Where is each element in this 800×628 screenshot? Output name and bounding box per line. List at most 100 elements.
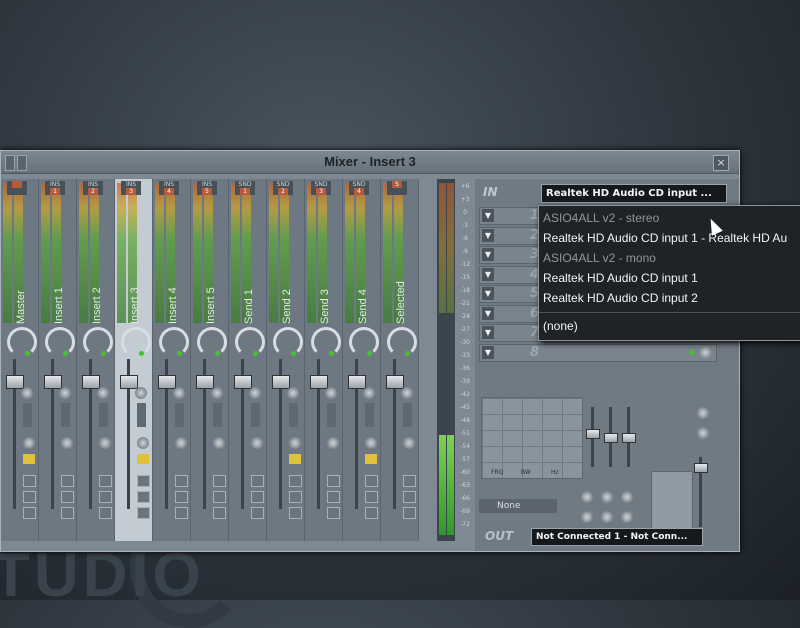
mute-square-button[interactable] (175, 475, 188, 487)
solo-square-button[interactable] (213, 491, 226, 503)
enable-led-icon[interactable] (215, 351, 220, 356)
track-number-tag[interactable]: SND 4 (349, 181, 369, 195)
route-stepper[interactable] (403, 403, 412, 427)
route-stepper[interactable] (327, 403, 336, 427)
track-number-tag[interactable]: INS 5 (197, 181, 217, 195)
link-knob[interactable] (23, 437, 35, 449)
solo-square-button[interactable] (365, 491, 378, 503)
enable-led-icon[interactable] (63, 351, 68, 356)
slot-menu-arrow-icon[interactable]: ▼ (482, 287, 494, 300)
enable-led-icon[interactable] (405, 351, 410, 356)
pan-knob[interactable] (197, 327, 227, 357)
route-stepper[interactable] (99, 403, 108, 427)
record-square-button[interactable] (365, 507, 378, 519)
route-arrow-button[interactable] (137, 454, 149, 464)
enable-led-icon[interactable] (139, 351, 144, 356)
route-stepper[interactable] (175, 403, 184, 427)
route-stepper[interactable] (365, 403, 374, 427)
mixer-strip[interactable]: Master (1, 179, 39, 541)
volume-fader[interactable] (310, 375, 328, 389)
input-select[interactable]: Realtek HD Audio CD input ... (541, 184, 727, 203)
slot-menu-arrow-icon[interactable]: ▼ (482, 267, 494, 281)
mute-square-button[interactable] (61, 475, 74, 487)
link-knob[interactable] (289, 437, 301, 449)
mute-square-button[interactable] (403, 475, 416, 487)
menu-item[interactable]: (none) (543, 316, 578, 336)
menu-item[interactable]: Realtek HD Audio CD input 1 (543, 268, 698, 288)
link-knob[interactable] (175, 437, 187, 449)
solo-square-button[interactable] (61, 491, 74, 503)
slot-menu-arrow-icon[interactable]: ▼ (482, 228, 494, 242)
link-knob[interactable] (327, 437, 339, 449)
link-knob[interactable] (61, 437, 73, 449)
slot-menu-arrow-icon[interactable]: ▼ (482, 209, 494, 222)
record-square-button[interactable] (99, 507, 112, 519)
solo-square-button[interactable] (289, 491, 302, 503)
volume-fader[interactable] (348, 375, 366, 389)
solo-square-button[interactable] (403, 491, 416, 503)
enable-led-icon[interactable] (177, 351, 182, 356)
link-knob[interactable] (251, 437, 263, 449)
mixer-strip[interactable]: INS 2 Insert 2 (77, 179, 115, 541)
pan-knob[interactable] (121, 327, 151, 357)
solo-square-button[interactable] (99, 491, 112, 503)
solo-square-button[interactable] (327, 491, 340, 503)
eq-knob[interactable] (581, 511, 593, 523)
solo-square-button[interactable] (137, 491, 150, 503)
record-square-button[interactable] (251, 507, 264, 519)
eq-band-fader[interactable] (586, 429, 600, 439)
close-button[interactable]: × (713, 155, 729, 171)
eq-knob[interactable] (601, 491, 613, 503)
stereo-knob[interactable] (401, 387, 413, 399)
enable-led-icon[interactable] (367, 351, 372, 356)
enable-led-icon[interactable] (101, 351, 106, 356)
eq-knob[interactable] (621, 511, 633, 523)
mute-square-button[interactable] (99, 475, 112, 487)
record-square-button[interactable] (61, 507, 74, 519)
record-square-button[interactable] (289, 507, 302, 519)
eq-band-fader[interactable] (604, 433, 618, 443)
eq-band-fader[interactable] (622, 433, 636, 443)
track-number-tag[interactable]: INS 4 (159, 181, 179, 195)
master-fader[interactable] (694, 463, 708, 473)
mute-square-button[interactable] (137, 475, 150, 487)
record-square-button[interactable] (403, 507, 416, 519)
fx-slot[interactable]: ▼ 8 (479, 343, 717, 362)
menu-item[interactable]: Realtek HD Audio CD input 2 (543, 288, 698, 308)
record-square-button[interactable] (213, 507, 226, 519)
pan-knob[interactable] (235, 327, 265, 357)
route-stepper[interactable] (61, 403, 70, 427)
solo-square-button[interactable] (23, 491, 36, 503)
link-knob[interactable] (99, 437, 111, 449)
mixer-strip[interactable]: SND 3 Send 3 (305, 179, 343, 541)
pan-knob[interactable] (273, 327, 303, 357)
track-number-tag[interactable]: INS 1 (45, 181, 65, 195)
menu-item[interactable]: Realtek HD Audio CD input 1 - Realtek HD… (543, 228, 787, 248)
slot-menu-arrow-icon[interactable]: ▼ (482, 306, 494, 320)
mute-square-button[interactable] (327, 475, 340, 487)
pan-knob[interactable] (7, 327, 37, 357)
stereo-sep-knob[interactable] (697, 407, 709, 419)
pan-knob[interactable] (83, 327, 113, 357)
mute-square-button[interactable] (289, 475, 302, 487)
stereo-knob[interactable] (211, 387, 223, 399)
enable-led-icon[interactable] (291, 351, 296, 356)
mixer-strip[interactable]: SND 2 Send 2 (267, 179, 305, 541)
volume-fader[interactable] (196, 375, 214, 389)
track-number-tag[interactable] (7, 181, 27, 195)
record-square-button[interactable] (327, 507, 340, 519)
route-stepper[interactable] (251, 403, 260, 427)
stereo-knob[interactable] (97, 387, 109, 399)
route-stepper[interactable] (213, 403, 222, 427)
mixer-strip[interactable]: SND 1 Send 1 (229, 179, 267, 541)
volume-fader[interactable] (234, 375, 252, 389)
solo-square-button[interactable] (251, 491, 264, 503)
output-select[interactable]: Not Connected 1 - Not Conn... (531, 528, 703, 546)
volume-fader[interactable] (120, 375, 138, 389)
track-number-tag[interactable]: SND 3 (311, 181, 331, 195)
track-number-tag[interactable]: SND 1 (235, 181, 255, 195)
slot-enable-led-icon[interactable] (689, 349, 694, 355)
track-number-tag[interactable]: S (387, 181, 407, 195)
pan-knob[interactable] (159, 327, 189, 357)
pan-knob[interactable] (45, 327, 75, 357)
